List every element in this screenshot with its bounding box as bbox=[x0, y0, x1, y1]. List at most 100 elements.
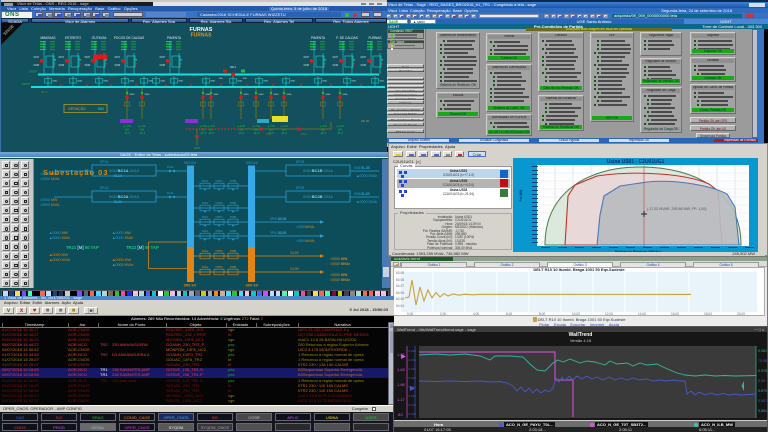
svg-text:D0lA: D0lA bbox=[202, 215, 209, 219]
svg-text:PIMENTA: PIMENTA bbox=[311, 36, 326, 40]
svg-text:0000: 0000 bbox=[266, 133, 272, 136]
svg-text:P. DE CALDAS: P. DE CALDAS bbox=[336, 36, 358, 40]
svg-text:0001: 0001 bbox=[238, 81, 244, 83]
svg-text:≈0000 MW: ≈0000 MW bbox=[40, 172, 58, 176]
svg-text:D0lA: D0lA bbox=[202, 179, 209, 183]
svg-text:0.934: 0.934 bbox=[409, 358, 417, 362]
svg-text:004l 8L1B: 004l 8L1B bbox=[354, 166, 370, 170]
svg-text:▲0000 MW: ▲0000 MW bbox=[49, 231, 69, 235]
svg-text:▲0000 MVAr: ▲0000 MVAr bbox=[112, 236, 134, 240]
svg-text:D0lB: D0lB bbox=[230, 201, 237, 205]
svg-text:ESTREITO: ESTREITO bbox=[65, 36, 81, 40]
svg-text:0000: 0000 bbox=[194, 147, 200, 150]
svg-text:0000: 0000 bbox=[274, 94, 280, 96]
svg-text:0001: 0001 bbox=[161, 81, 167, 83]
svg-text:-18 -5: -18 -5 bbox=[139, 132, 146, 135]
svg-text:0000: 0000 bbox=[145, 94, 151, 96]
svg-text:-18 -5: -18 -5 bbox=[208, 132, 215, 135]
svg-text:ITUTINGA: ITUTINGA bbox=[92, 36, 108, 40]
svg-text:0000: 0000 bbox=[214, 94, 220, 96]
svg-text:8L1A: 8L1A bbox=[114, 174, 123, 178]
svg-text:0.870: 0.870 bbox=[758, 389, 767, 393]
svg-text:≈0000 MVAr: ≈0000 MVAr bbox=[40, 177, 60, 181]
svg-text:D1lA: D1lA bbox=[167, 165, 174, 169]
svg-text:0018: 0018 bbox=[333, 64, 339, 67]
svg-text:00 kv: 00 kv bbox=[41, 90, 48, 94]
svg-text:0018: 0018 bbox=[115, 64, 121, 67]
svg-text:004l BC1A 004A: 004l BC1A 004A bbox=[109, 168, 139, 173]
svg-text:-18 -5: -18 -5 bbox=[124, 132, 131, 135]
svg-text:≈0000 MVAr: ≈0000 MVAr bbox=[40, 203, 60, 207]
svg-text:0.976: 0.976 bbox=[758, 369, 767, 373]
svg-text:0001: 0001 bbox=[149, 81, 155, 83]
svg-text:0000: 0000 bbox=[301, 133, 307, 136]
svg-text:0P4l 8D1B: 0P4l 8D1B bbox=[270, 217, 287, 221]
svg-text:0001: 0001 bbox=[211, 81, 217, 83]
svg-text:0.907: 0.907 bbox=[758, 399, 767, 403]
svg-text:DP1A: DP1A bbox=[100, 186, 109, 190]
svg-text:0017: 0017 bbox=[85, 56, 91, 59]
svg-text:D0lB: D0lB bbox=[230, 249, 237, 253]
svg-text:0000: 0000 bbox=[206, 94, 212, 96]
svg-text:0001: 0001 bbox=[291, 81, 297, 83]
svg-text:D0lA: D0lA bbox=[202, 249, 209, 253]
svg-text:TR22 [M] 00 TAP: TR22 [M] 00 TAP bbox=[126, 245, 159, 250]
svg-text:≈0000 MVAr: ≈0000 MVAr bbox=[330, 262, 351, 266]
svg-text:FURNAS: FURNAS bbox=[368, 36, 381, 40]
svg-text:0018: 0018 bbox=[34, 64, 40, 67]
svg-text:GERAÇÃO: GERAÇÃO bbox=[68, 106, 86, 111]
svg-text:0001: 0001 bbox=[78, 81, 84, 83]
svg-text:D0lM: D0lM bbox=[215, 179, 223, 183]
svg-text:0018: 0018 bbox=[85, 64, 91, 67]
svg-text:0001: 0001 bbox=[53, 81, 59, 83]
svg-text:0.929: 0.929 bbox=[409, 403, 417, 407]
svg-text:DP1B: DP1B bbox=[296, 186, 304, 190]
svg-text:0001: 0001 bbox=[179, 81, 185, 83]
svg-text:D0lM: D0lM bbox=[215, 229, 223, 233]
svg-text:-18 -5: -18 -5 bbox=[200, 132, 207, 135]
svg-text:D0lM: D0lM bbox=[215, 201, 223, 205]
svg-text:D0lA: D0lA bbox=[202, 201, 209, 205]
svg-text:▲0000 MW: ▲0000 MW bbox=[112, 231, 132, 235]
svg-text:0017: 0017 bbox=[34, 56, 40, 59]
svg-text:POCOS DE CALDAS: POCOS DE CALDAS bbox=[114, 36, 144, 40]
svg-text:≈0000 MW: ≈0000 MW bbox=[40, 198, 58, 202]
svg-text:FURNAS: FURNAS bbox=[191, 33, 212, 39]
svg-text:MIMOSAS: MIMOSAS bbox=[40, 36, 55, 40]
svg-text:D0lA: D0lA bbox=[202, 229, 209, 233]
svg-text:D0lB: D0lB bbox=[230, 229, 237, 233]
svg-text:000 kV: 000 kV bbox=[184, 283, 197, 288]
svg-text:0001: 0001 bbox=[104, 81, 110, 83]
svg-text:652: 652 bbox=[98, 107, 104, 111]
svg-text:0001: 0001 bbox=[352, 81, 358, 83]
svg-text:▲0000 MW: ▲0000 MW bbox=[112, 258, 132, 262]
svg-text:▲0000 MVAr: ▲0000 MVAr bbox=[49, 236, 71, 240]
svg-text:-18 -5: -18 -5 bbox=[281, 132, 288, 135]
svg-text:0.96: 0.96 bbox=[758, 379, 765, 383]
svg-text:0.930: 0.930 bbox=[409, 394, 417, 398]
svg-text:OL1B: OL1B bbox=[290, 251, 299, 255]
svg-text:1.66: 1.66 bbox=[397, 382, 406, 387]
svg-text:75.08: 75.08 bbox=[758, 359, 767, 363]
svg-text:0018: 0018 bbox=[361, 64, 367, 67]
svg-text:(-17,52 MVAR, 295,88 MW, FP: 1: (-17,52 MVAR, 295,88 MW, FP: 1,00) bbox=[647, 207, 706, 211]
svg-text:-18 -5: -18 -5 bbox=[253, 132, 260, 135]
svg-text:0018: 0018 bbox=[59, 64, 65, 67]
svg-text:0017: 0017 bbox=[160, 56, 166, 59]
svg-text:-18 -5: -18 -5 bbox=[337, 132, 344, 135]
svg-text:≈0000MVAr: ≈0000MVAr bbox=[296, 225, 315, 229]
svg-text:AD 00: AD 00 bbox=[361, 119, 370, 123]
svg-text:≈0000 MW: ≈0000 MW bbox=[330, 257, 348, 261]
svg-text:0018: 0018 bbox=[160, 64, 166, 67]
svg-text:≈0000 MW: ≈0000 MW bbox=[330, 273, 348, 277]
svg-text:000 A: 000 A bbox=[230, 66, 237, 69]
svg-text:D0lB: D0lB bbox=[230, 215, 237, 219]
svg-text:0000: 0000 bbox=[130, 94, 136, 96]
svg-text:1.17: 1.17 bbox=[397, 397, 406, 402]
svg-text:0.928: 0.928 bbox=[409, 412, 417, 416]
svg-text:D0lA: D0lA bbox=[202, 265, 209, 269]
svg-text:.83: .83 bbox=[397, 412, 403, 417]
svg-text:8L2A: 8L2A bbox=[114, 200, 123, 204]
svg-text:0000: 0000 bbox=[287, 94, 293, 96]
svg-text:D0lB: D0lB bbox=[230, 179, 237, 183]
